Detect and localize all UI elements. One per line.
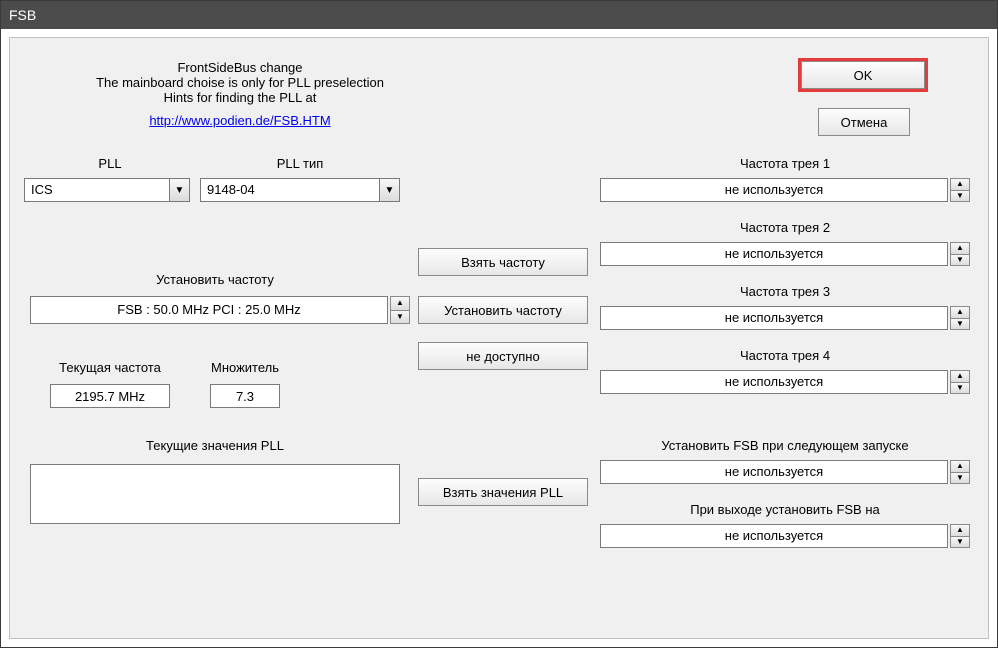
spin-down-icon[interactable]: ▼ bbox=[950, 536, 970, 549]
header-link[interactable]: http://www.podien.de/FSB.HTM bbox=[149, 113, 330, 128]
tray-freq-4-label: Частота трея 4 bbox=[600, 348, 970, 363]
tray-freq-3-spinner[interactable]: не используется ▲ ▼ bbox=[600, 306, 970, 330]
spin-up-icon[interactable]: ▲ bbox=[950, 460, 970, 472]
tray-freq-2-value: не используется bbox=[600, 242, 948, 266]
header-line3: Hints for finding the PLL at bbox=[40, 90, 440, 105]
tray-freq-4-spinner[interactable]: не используется ▲ ▼ bbox=[600, 370, 970, 394]
set-freq-spinner[interactable]: FSB : 50.0 MHz PCI : 25.0 MHz ▲ ▼ bbox=[30, 296, 410, 324]
ok-button-highlight: OK bbox=[798, 58, 928, 92]
pll-label: PLL bbox=[30, 156, 190, 171]
titlebar[interactable]: FSB bbox=[1, 1, 997, 29]
pll-values-label: Текущие значения PLL bbox=[30, 438, 400, 453]
spin-up-icon[interactable]: ▲ bbox=[950, 306, 970, 318]
spin-up-icon[interactable]: ▲ bbox=[950, 178, 970, 190]
set-freq-label: Установить частоту bbox=[30, 272, 400, 287]
current-freq-value: 2195.7 MHz bbox=[50, 384, 170, 408]
tray-freq-4-value: не используется bbox=[600, 370, 948, 394]
header-line2: The mainboard choise is only for PLL pre… bbox=[40, 75, 440, 90]
on-exit-label: При выходе установить FSB на bbox=[600, 502, 970, 517]
spin-down-icon[interactable]: ▼ bbox=[950, 254, 970, 267]
window-frame: FSB OK Отмена FrontSideBus change The ma… bbox=[0, 0, 998, 648]
header-block: FrontSideBus change The mainboard choise… bbox=[40, 60, 440, 128]
ok-button[interactable]: OK bbox=[801, 61, 925, 89]
pll-combo[interactable]: ICS ▼ bbox=[24, 178, 190, 202]
spin-down-icon[interactable]: ▼ bbox=[390, 310, 410, 325]
multiplier-value: 7.3 bbox=[210, 384, 280, 408]
multiplier-label: Множитель bbox=[195, 360, 295, 375]
spin-down-icon[interactable]: ▼ bbox=[950, 190, 970, 203]
on-exit-spinner[interactable]: не используется ▲ ▼ bbox=[600, 524, 970, 548]
pll-type-label: PLL тип bbox=[200, 156, 400, 171]
header-line1: FrontSideBus change bbox=[40, 60, 440, 75]
tray-freq-1-value: не используется bbox=[600, 178, 948, 202]
tray-freq-3-value: не используется bbox=[600, 306, 948, 330]
tray-freq-3-label: Частота трея 3 bbox=[600, 284, 970, 299]
set-next-spinner[interactable]: не используется ▲ ▼ bbox=[600, 460, 970, 484]
tray-freq-1-spinner[interactable]: не используется ▲ ▼ bbox=[600, 178, 970, 202]
spin-down-icon[interactable]: ▼ bbox=[950, 472, 970, 485]
spin-up-icon[interactable]: ▲ bbox=[390, 296, 410, 310]
set-freq-value: FSB : 50.0 MHz PCI : 25.0 MHz bbox=[30, 296, 388, 324]
chevron-down-icon[interactable]: ▼ bbox=[379, 179, 399, 201]
not-available-button[interactable]: не доступно bbox=[418, 342, 588, 370]
on-exit-value: не используется bbox=[600, 524, 948, 548]
spin-up-icon[interactable]: ▲ bbox=[950, 370, 970, 382]
pll-type-combo-value: 9148-04 bbox=[201, 179, 379, 201]
pll-values-memo[interactable] bbox=[30, 464, 400, 524]
spin-up-icon[interactable]: ▲ bbox=[950, 524, 970, 536]
set-next-label: Установить FSB при следующем запуске bbox=[600, 438, 970, 453]
pll-combo-value: ICS bbox=[25, 179, 169, 201]
window-title: FSB bbox=[9, 7, 36, 23]
take-frequency-button[interactable]: Взять частоту bbox=[418, 248, 588, 276]
spin-up-icon[interactable]: ▲ bbox=[950, 242, 970, 254]
tray-freq-1-label: Частота трея 1 bbox=[600, 156, 970, 171]
pll-type-combo[interactable]: 9148-04 ▼ bbox=[200, 178, 400, 202]
take-pll-values-button[interactable]: Взять значения PLL bbox=[418, 478, 588, 506]
tray-freq-2-spinner[interactable]: не используется ▲ ▼ bbox=[600, 242, 970, 266]
spin-down-icon[interactable]: ▼ bbox=[950, 382, 970, 395]
cancel-button[interactable]: Отмена bbox=[818, 108, 910, 136]
set-next-value: не используется bbox=[600, 460, 948, 484]
client-area: OK Отмена FrontSideBus change The mainbo… bbox=[9, 37, 989, 639]
current-freq-label: Текущая частота bbox=[40, 360, 180, 375]
spin-down-icon[interactable]: ▼ bbox=[950, 318, 970, 331]
chevron-down-icon[interactable]: ▼ bbox=[169, 179, 189, 201]
tray-freq-2-label: Частота трея 2 bbox=[600, 220, 970, 235]
set-frequency-button[interactable]: Установить частоту bbox=[418, 296, 588, 324]
